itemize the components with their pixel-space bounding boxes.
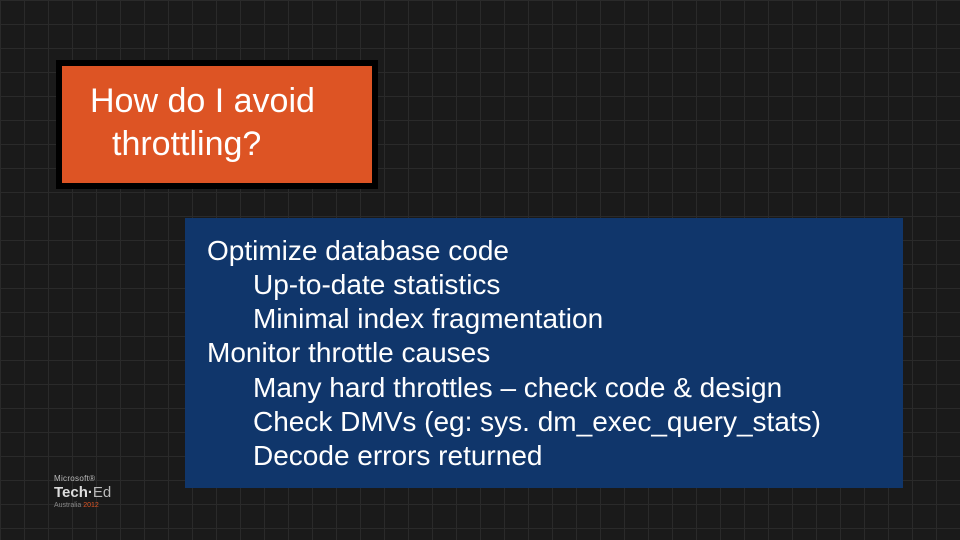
content-panel: Optimize database code Up-to-date statis… <box>185 218 903 488</box>
list-item: Up-to-date statistics <box>207 268 883 302</box>
list-item: Monitor throttle causes <box>207 336 883 370</box>
list-item: Check DMVs (eg: sys. dm_exec_query_stats… <box>207 405 883 439</box>
event-part-a: Tech· <box>54 484 93 501</box>
title-line-1: How do I avoid <box>90 80 344 123</box>
title-box: How do I avoid throttling? <box>62 66 372 183</box>
event-year: 2012 <box>83 502 99 509</box>
list-item: Decode errors returned <box>207 439 883 473</box>
event-logo: Microsoft® Tech·Ed Australia 2012 <box>54 474 111 510</box>
event-location: Australia 2012 <box>54 502 111 510</box>
location-text: Australia <box>54 502 83 509</box>
list-item: Many hard throttles – check code & desig… <box>207 371 883 405</box>
title-callout: How do I avoid throttling? <box>56 60 378 189</box>
title-line-2: throttling? <box>90 123 344 166</box>
event-name: Tech·Ed <box>54 484 111 502</box>
event-part-b: Ed <box>93 484 111 501</box>
list-item: Optimize database code <box>207 234 883 268</box>
vendor-text: Microsoft® <box>54 474 111 484</box>
list-item: Minimal index fragmentation <box>207 302 883 336</box>
